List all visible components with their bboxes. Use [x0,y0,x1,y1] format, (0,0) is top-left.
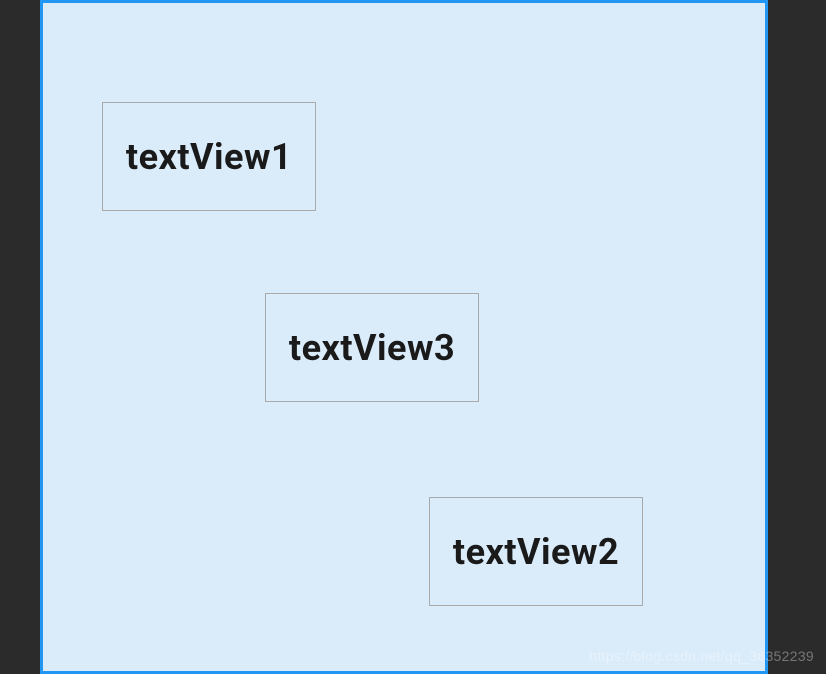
watermark-text: https://blog.csdn.net/qq_36352239 [589,648,814,664]
text-view-3: textView3 [265,293,479,402]
constraint-layout-container: textView1 textView3 textView2 [40,0,768,674]
text-view-3-label: textView3 [289,327,455,369]
text-view-2-label: textView2 [453,531,619,573]
text-view-2: textView2 [429,497,643,606]
text-view-1-label: textView1 [126,136,292,178]
text-view-1: textView1 [102,102,316,211]
